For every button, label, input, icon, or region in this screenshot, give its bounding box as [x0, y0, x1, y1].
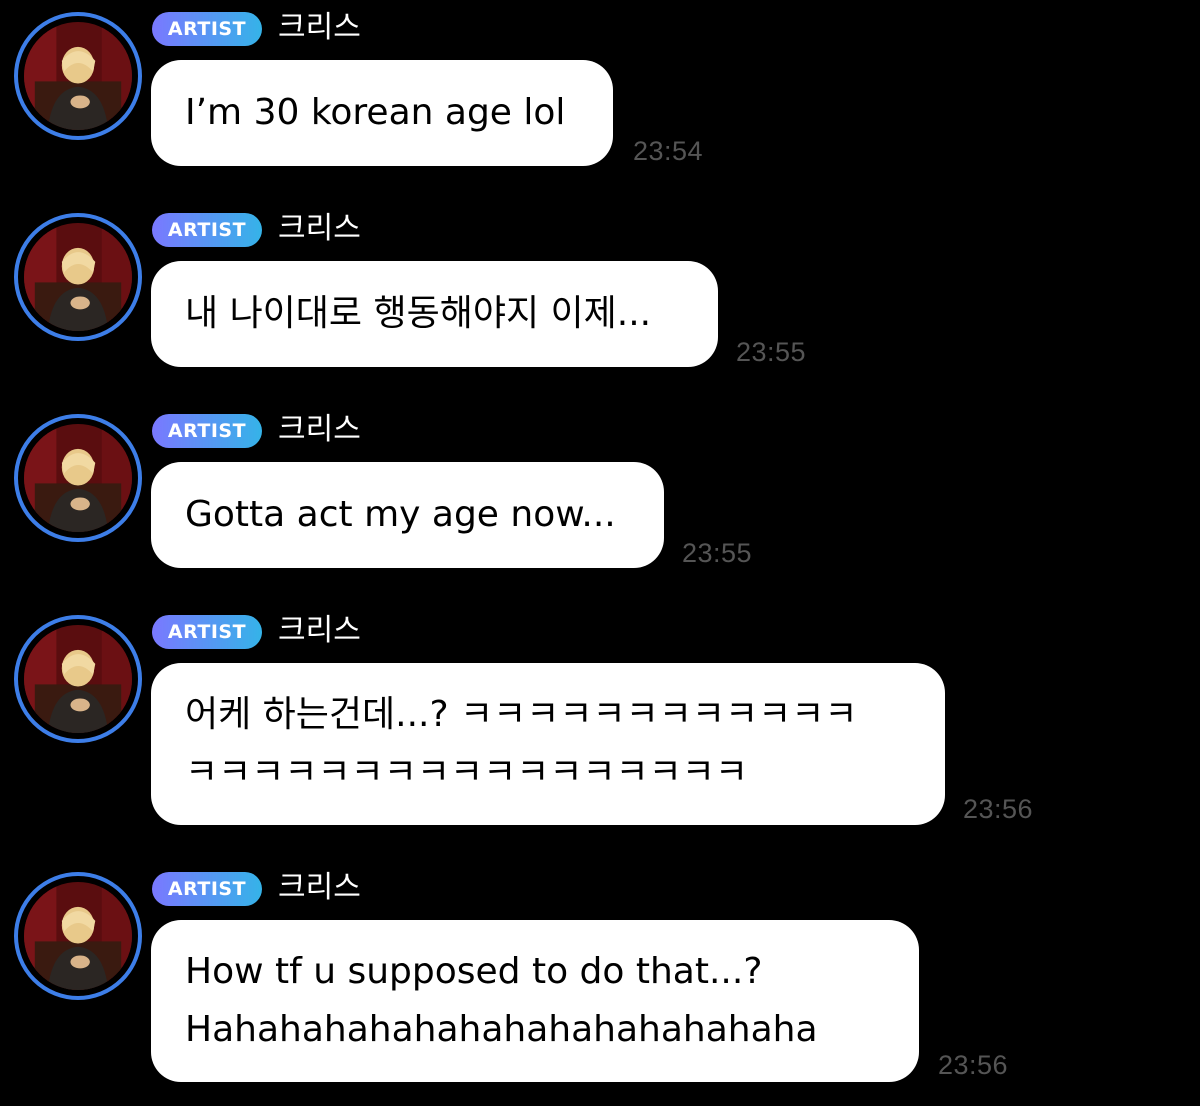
avatar[interactable] [14, 213, 142, 341]
message-timestamp: 23:55 [682, 538, 753, 568]
avatar-photo [24, 22, 132, 130]
avatar[interactable] [14, 872, 142, 1000]
artist-badge: ARTIST [152, 12, 262, 46]
avatar[interactable] [14, 414, 142, 542]
message-timestamp: 23:56 [938, 1050, 1009, 1080]
sender-name[interactable]: 크리스 [278, 866, 361, 910]
avatar-photo [24, 223, 132, 331]
sender-name[interactable]: 크리스 [278, 6, 361, 50]
message-bubble[interactable]: 어케 하는건데...? ㅋㅋㅋㅋㅋㅋㅋㅋㅋㅋㅋㅋ ㅋㅋㅋㅋㅋㅋㅋㅋㅋㅋㅋㅋㅋㅋㅋ… [151, 663, 945, 825]
artist-badge: ARTIST [152, 615, 262, 649]
sender-name[interactable]: 크리스 [278, 207, 361, 251]
message-bubble[interactable]: Gotta act my age now... [151, 462, 664, 568]
message-text: 내 나이대로 행동해야지 이제... [185, 293, 652, 334]
message-timestamp: 23:55 [736, 337, 807, 367]
message-text: Gotta act my age now... [185, 494, 616, 535]
avatar[interactable] [14, 615, 142, 743]
artist-badge: ARTIST [152, 213, 262, 247]
message-bubble[interactable]: 내 나이대로 행동해야지 이제... [151, 261, 718, 367]
message-bubble[interactable]: I’m 30 korean age lol [151, 60, 613, 166]
message-text: Hahahahahahahahahahahahahaha [185, 1009, 818, 1050]
message-bubble[interactable]: How tf u supposed to do that...? Hahahah… [151, 920, 919, 1082]
message-text: 어케 하는건데...? ㅋㅋㅋㅋㅋㅋㅋㅋㅋㅋㅋㅋ [185, 694, 858, 735]
message-text: How tf u supposed to do that...? [185, 951, 763, 992]
message-text: I’m 30 korean age lol [185, 92, 566, 133]
message-text: ㅋㅋㅋㅋㅋㅋㅋㅋㅋㅋㅋㅋㅋㅋㅋㅋㅋ [185, 752, 749, 793]
avatar-photo [24, 424, 132, 532]
sender-name[interactable]: 크리스 [278, 609, 361, 653]
avatar-photo [24, 882, 132, 990]
message-timestamp: 23:54 [633, 136, 704, 166]
avatar[interactable] [14, 12, 142, 140]
artist-badge: ARTIST [152, 414, 262, 448]
message-timestamp: 23:56 [963, 794, 1034, 824]
avatar-photo [24, 625, 132, 733]
artist-badge: ARTIST [152, 872, 262, 906]
sender-name[interactable]: 크리스 [278, 408, 361, 452]
